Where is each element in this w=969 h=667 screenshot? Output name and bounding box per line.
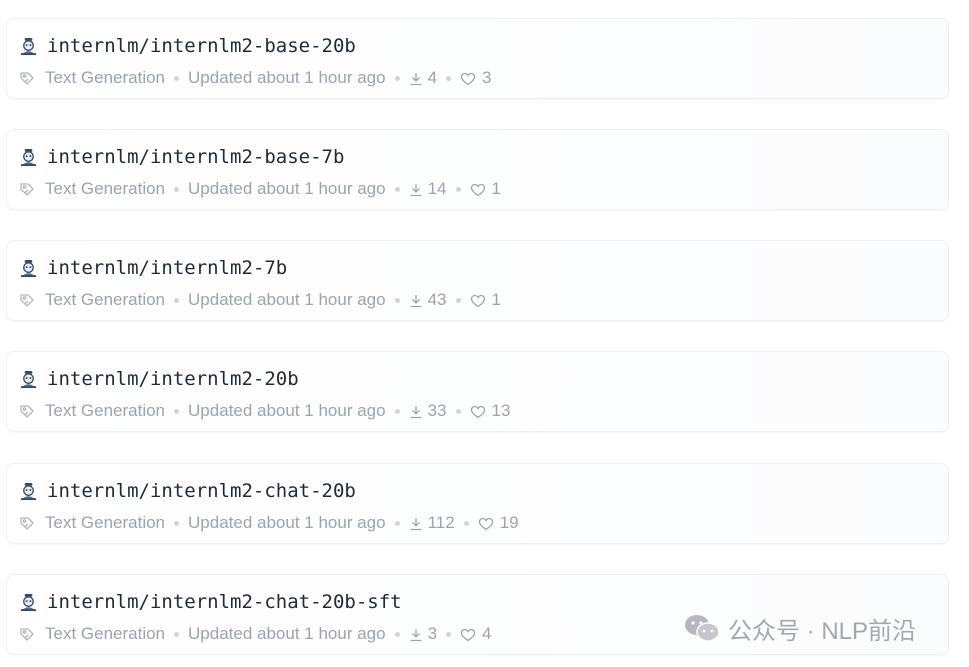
download-icon [409, 182, 423, 197]
model-header: internlm/internlm2-20b [19, 365, 299, 393]
separator-dot [174, 408, 180, 414]
model-header: internlm/internlm2-7b [19, 254, 287, 282]
model-name-link[interactable]: internlm/internlm2-base-20b [47, 35, 356, 57]
model-meta: Text Generation Updated about 1 hour ago… [19, 289, 501, 311]
separator-dot [394, 297, 400, 303]
org-avatar-icon [19, 148, 38, 167]
updated-label: Updated about 1 hour ago [188, 290, 386, 309]
download-count: 4 [427, 68, 438, 87]
model-meta: Text Generation Updated about 1 hour ago… [19, 400, 510, 422]
separator-dot [463, 520, 469, 526]
model-name-link[interactable]: internlm/internlm2-7b [47, 257, 287, 279]
model-name-link[interactable]: internlm/internlm2-20b [47, 368, 299, 390]
heart-icon [460, 627, 476, 642]
model-meta: Text Generation Updated about 1 hour ago… [19, 623, 492, 645]
heart-icon [470, 293, 486, 308]
tag-icon [19, 515, 35, 531]
org-avatar-icon [19, 259, 38, 278]
task-label: Text Generation [45, 624, 166, 643]
updated-label: Updated about 1 hour ago [188, 624, 386, 643]
separator-dot [394, 631, 400, 637]
model-meta: Text Generation Updated about 1 hour ago… [19, 512, 519, 534]
heart-icon [470, 404, 486, 419]
task-label: Text Generation [45, 401, 166, 420]
model-card[interactable]: internlm/internlm2-7b Text Generation Up… [6, 240, 949, 321]
model-card[interactable]: internlm/internlm2-chat-20b Text Generat… [6, 463, 949, 544]
heart-icon [460, 71, 476, 86]
heart-icon [470, 182, 486, 197]
separator-dot [394, 520, 400, 526]
download-icon [409, 516, 423, 531]
model-name-link[interactable]: internlm/internlm2-base-7b [47, 146, 344, 168]
task-label: Text Generation [45, 68, 166, 87]
separator-dot [174, 186, 180, 192]
download-count: 14 [427, 179, 447, 198]
tag-icon [19, 70, 35, 86]
tag-icon [19, 292, 35, 308]
tag-icon [19, 626, 35, 642]
tag-icon [19, 403, 35, 419]
updated-label: Updated about 1 hour ago [188, 513, 386, 532]
model-card[interactable]: internlm/internlm2-base-7b Text Generati… [6, 129, 949, 210]
separator-dot [174, 75, 180, 81]
heart-icon [478, 516, 494, 531]
model-header: internlm/internlm2-base-20b [19, 32, 356, 60]
wechat-icon [685, 615, 720, 642]
like-count: 1 [491, 179, 501, 198]
download-count: 112 [427, 513, 455, 532]
model-header: internlm/internlm2-chat-20b [19, 477, 356, 505]
download-icon [409, 627, 423, 642]
task-label: Text Generation [45, 290, 166, 309]
download-count: 3 [427, 624, 438, 643]
org-avatar-icon [19, 593, 38, 612]
like-count: 3 [482, 68, 492, 87]
like-count: 4 [482, 624, 492, 643]
updated-label: Updated about 1 hour ago [188, 401, 386, 420]
org-avatar-icon [19, 482, 38, 501]
download-count: 33 [427, 401, 447, 420]
download-icon [409, 71, 423, 86]
model-header: internlm/internlm2-base-7b [19, 143, 344, 171]
model-card[interactable]: internlm/internlm2-20b Text Generation U… [6, 351, 949, 432]
tag-icon [19, 181, 35, 197]
separator-dot [394, 408, 400, 414]
model-name-link[interactable]: internlm/internlm2-chat-20b [47, 480, 356, 502]
separator-dot [446, 631, 452, 637]
separator-dot [394, 186, 400, 192]
like-count: 13 [491, 401, 511, 420]
separator-dot [174, 297, 180, 303]
org-avatar-icon [19, 37, 38, 56]
updated-label: Updated about 1 hour ago [188, 68, 386, 87]
separator-dot [455, 186, 461, 192]
task-label: Text Generation [45, 179, 166, 198]
model-name-link[interactable]: internlm/internlm2-chat-20b-sft [47, 591, 402, 613]
separator-dot [455, 408, 461, 414]
org-avatar-icon [19, 370, 38, 389]
download-icon [409, 404, 423, 419]
like-count: 1 [491, 290, 501, 309]
download-icon [409, 293, 423, 308]
model-meta: Text Generation Updated about 1 hour ago… [19, 67, 492, 89]
model-meta: Text Generation Updated about 1 hour ago… [19, 178, 501, 200]
separator-dot [174, 631, 180, 637]
updated-label: Updated about 1 hour ago [188, 179, 386, 198]
separator-dot [174, 520, 180, 526]
separator-dot [455, 297, 461, 303]
download-count: 43 [427, 290, 447, 309]
task-label: Text Generation [45, 513, 166, 532]
separator-dot [394, 75, 400, 81]
separator-dot [446, 75, 452, 81]
watermark-text: 公众号 · NLP前沿 [728, 617, 917, 645]
like-count: 19 [499, 513, 519, 532]
model-card[interactable]: internlm/internlm2-base-20b Text Generat… [6, 18, 949, 99]
model-header: internlm/internlm2-chat-20b-sft [19, 588, 402, 616]
watermark: 公众号 · NLP前沿 [684, 612, 917, 645]
